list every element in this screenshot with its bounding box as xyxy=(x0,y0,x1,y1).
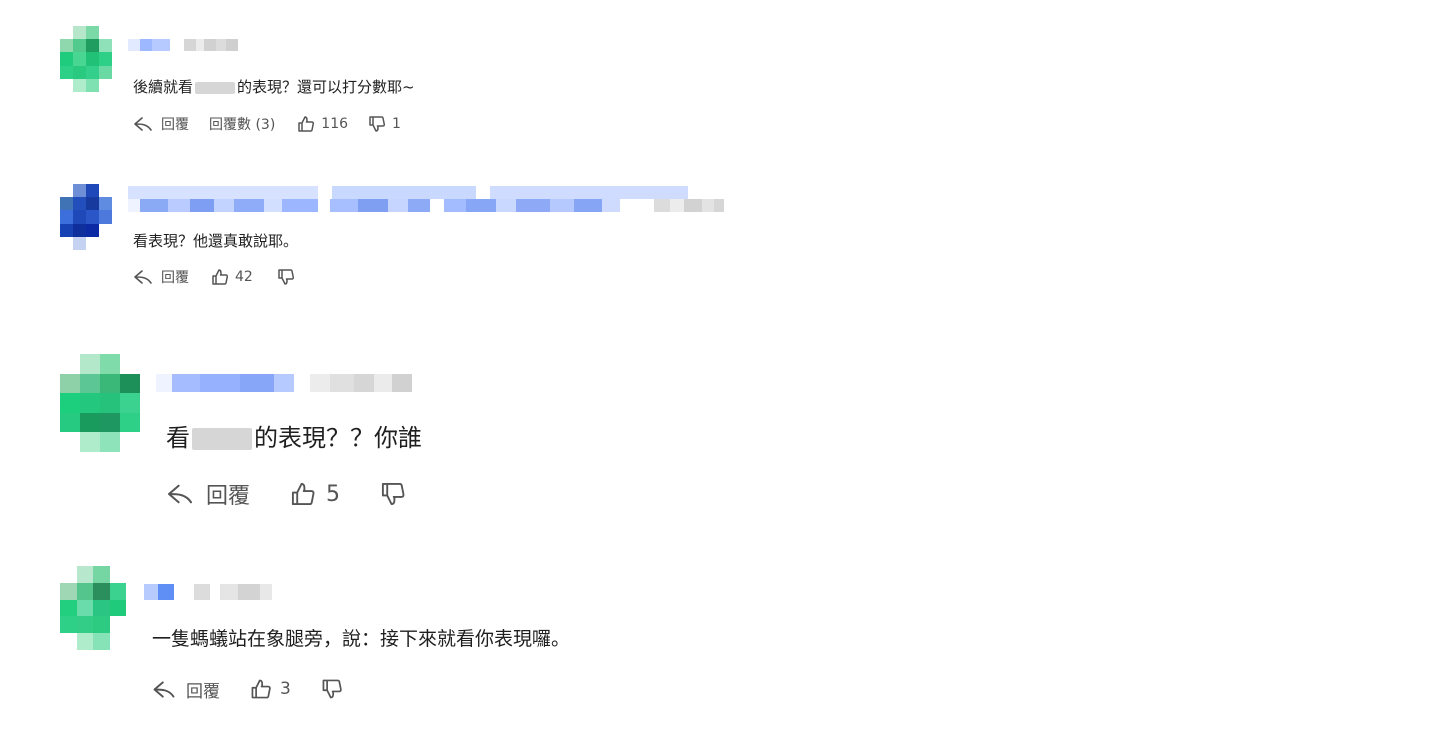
thumbs-up-icon xyxy=(212,269,229,285)
dislike-button[interactable] xyxy=(277,268,295,286)
comment-actions: 回覆 3 xyxy=(152,677,343,702)
thumbs-up-icon xyxy=(251,679,271,699)
dislike-button[interactable] xyxy=(321,678,343,700)
comment-text: 一隻螞蟻站在象腿旁，說：接下來就看你表現囉。 xyxy=(152,628,571,650)
dislike-button[interactable] xyxy=(380,481,406,507)
username-obscured[interactable] xyxy=(144,584,272,600)
comment-actions: 回覆 42 xyxy=(133,267,295,287)
comment-2: 看表現？他還真敢說耶。 回覆 42 xyxy=(0,150,1454,300)
comment-1: 後續就看 的表現？還可以打分數耶~ 回覆 回覆數 (3) 116 1 xyxy=(0,0,1454,150)
obscured-name xyxy=(195,81,236,94)
like-button[interactable]: 116 xyxy=(297,115,348,133)
thumbs-down-icon xyxy=(369,116,386,132)
thumbs-down-icon xyxy=(322,679,342,699)
dislike-button[interactable]: 1 xyxy=(368,115,401,133)
thumbs-down-icon xyxy=(381,482,405,506)
thumbs-up-icon xyxy=(291,482,315,506)
comment-text: 看表現？他還真敢說耶。 xyxy=(133,232,299,250)
like-button[interactable]: 3 xyxy=(250,678,291,700)
like-button[interactable]: 42 xyxy=(211,268,253,286)
reply-arrow-icon xyxy=(153,680,175,698)
reply-arrow-icon xyxy=(134,270,152,284)
user-avatar[interactable] xyxy=(60,184,112,250)
obscured-name xyxy=(192,428,252,450)
reply-button[interactable]: 回覆 xyxy=(133,114,189,134)
reply-button[interactable]: 回覆 xyxy=(133,267,189,287)
user-avatar[interactable] xyxy=(60,354,140,452)
reply-arrow-icon xyxy=(134,117,152,131)
reply-arrow-icon xyxy=(167,484,193,504)
reply-button[interactable]: 回覆 xyxy=(166,478,250,510)
thumbs-down-icon xyxy=(278,269,294,285)
comment-actions: 回覆 5 xyxy=(166,479,406,509)
username-obscured[interactable] xyxy=(128,39,238,51)
comment-3: 看的表現？？你誰 回覆 5 xyxy=(0,330,1454,540)
comment-text: 後續就看 的表現？還可以打分數耶~ xyxy=(133,78,415,96)
comment-4: 一隻螞蟻站在象腿旁，說：接下來就看你表現囉。 回覆 3 xyxy=(0,550,1454,741)
reply-button[interactable]: 回覆 xyxy=(152,677,220,702)
like-button[interactable]: 5 xyxy=(290,481,340,507)
thumbs-up-icon xyxy=(298,116,315,132)
comment-text: 看的表現？？你誰 xyxy=(166,424,422,452)
user-avatar[interactable] xyxy=(60,566,126,650)
comment-actions: 回覆 回覆數 (3) 116 1 xyxy=(133,114,401,134)
username-obscured[interactable] xyxy=(156,374,412,392)
view-replies-button[interactable]: 回覆數 (3) xyxy=(209,114,275,134)
username-obscured[interactable] xyxy=(128,186,724,212)
user-avatar[interactable] xyxy=(60,26,112,92)
